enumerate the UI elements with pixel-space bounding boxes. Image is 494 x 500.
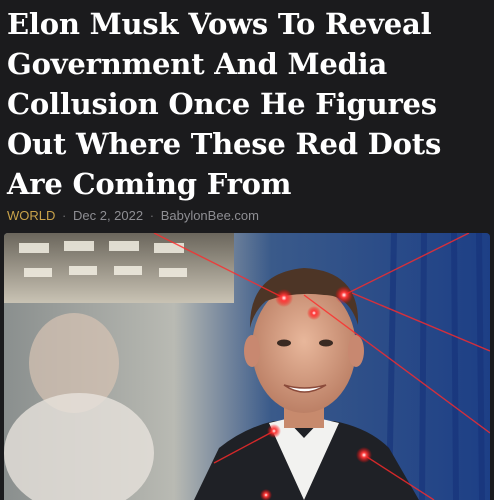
- source-name: BabylonBee.com: [160, 208, 259, 223]
- meta-separator: ·: [62, 208, 67, 223]
- meta-separator: ·: [149, 208, 155, 223]
- article-photo[interactable]: [4, 233, 490, 500]
- photo-man-with-red-laser-dots-icon: [4, 233, 490, 500]
- publish-date: Dec 2, 2022: [72, 208, 144, 223]
- category-link[interactable]: WORLD: [7, 208, 55, 223]
- headline-line: Out Where These Red Dots: [7, 127, 442, 161]
- article-headline[interactable]: Elon Musk Vows To Reveal Government And …: [7, 4, 491, 204]
- headline-line: Collusion Once He Figures: [7, 87, 437, 121]
- article-meta: WORLD · Dec 2, 2022 · BabylonBee.com: [7, 208, 259, 223]
- headline-line: Government And Media: [7, 47, 388, 81]
- headline-line: Elon Musk Vows To Reveal: [7, 7, 432, 41]
- headline-line: Are Coming From: [7, 167, 292, 201]
